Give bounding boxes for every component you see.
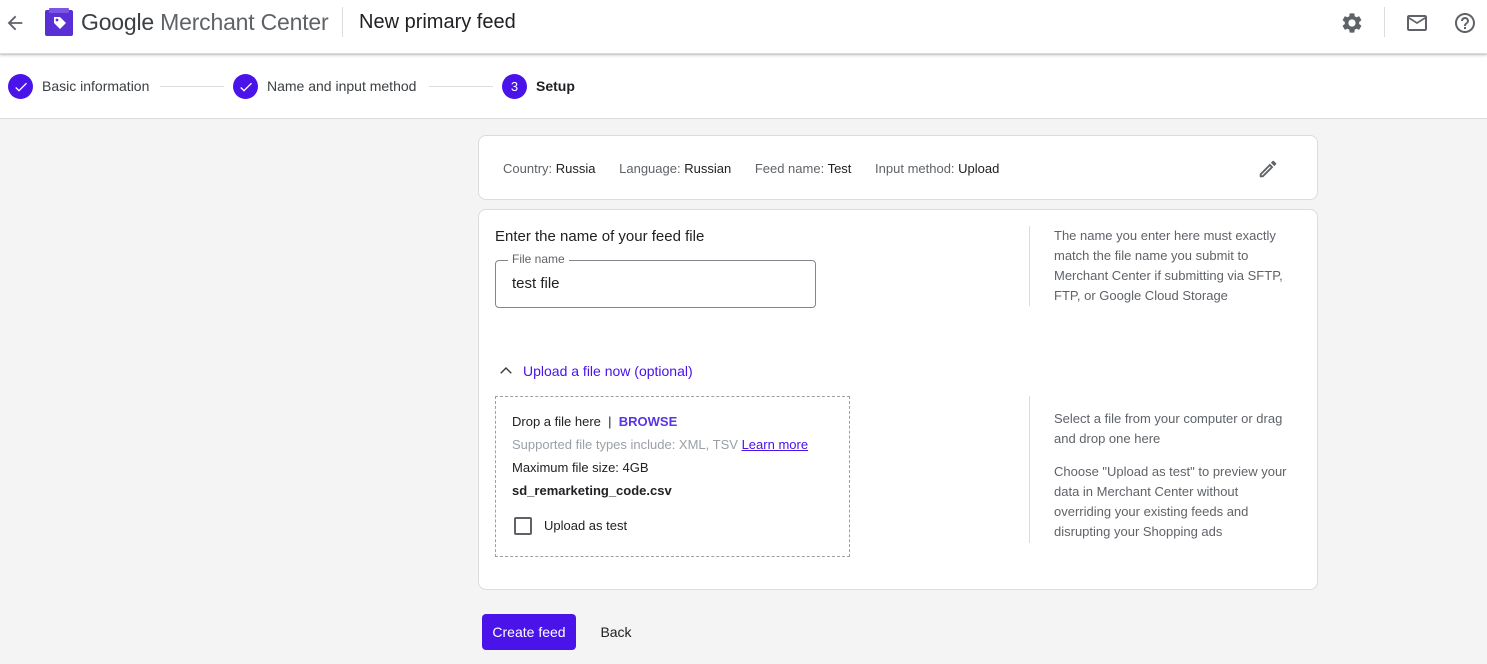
brand-title: Google Merchant Center [81, 9, 329, 36]
setup-card: Enter the name of your feed file File na… [478, 209, 1318, 590]
upload-now-label: Upload a file now (optional) [523, 363, 693, 379]
supported-types-text: Supported file types include: XML, TSV [512, 437, 738, 452]
section-divider [1029, 226, 1030, 306]
section-divider [1029, 396, 1030, 543]
file-name-input[interactable] [512, 275, 802, 292]
step-1-check-icon [8, 74, 33, 99]
summary-details: Country: Russia Language: Russian Feed n… [503, 161, 1019, 176]
max-file-size: Maximum file size: 4GB [512, 460, 649, 475]
header-divider [342, 7, 343, 37]
upload-as-test-checkbox[interactable] [514, 517, 532, 535]
supported-line: Supported file types include: XML, TSV L… [512, 437, 808, 452]
file-name-section-title: Enter the name of your feed file [495, 228, 705, 245]
upload-help-text-2: Choose "Upload as test" to preview your … [1054, 464, 1287, 539]
brand-google: Google [81, 9, 154, 35]
brand-product: Merchant Center [160, 9, 329, 35]
chevron-up-icon [500, 366, 512, 374]
upload-help-text-1: Select a file from your computer or drag… [1054, 411, 1283, 446]
step-basic-information[interactable]: Basic information [42, 78, 149, 94]
edit-pencil-icon[interactable] [1257, 158, 1279, 180]
merchant-center-logo-icon [45, 8, 73, 36]
step-name-and-input-method[interactable]: Name and input method [267, 78, 416, 94]
country-label: Country: [503, 161, 553, 176]
language-value: Russian [684, 161, 732, 176]
selected-file-name: sd_remarketing_code.csv [512, 483, 672, 498]
step-connector [160, 86, 224, 87]
drop-line: Drop a file here | BROWSE [512, 414, 677, 429]
back-arrow-icon[interactable] [4, 12, 26, 34]
feed-name-value: Test [827, 161, 852, 176]
file-dropzone[interactable]: Drop a file here | BROWSE Supported file… [495, 396, 850, 557]
drop-text: Drop a file here [512, 414, 601, 429]
top-app-bar: Google Merchant Center New primary feed [0, 0, 1487, 54]
header-divider-right [1384, 7, 1385, 37]
create-feed-button[interactable]: Create feed [482, 614, 576, 650]
upload-as-test-label[interactable]: Upload as test [544, 518, 627, 533]
upload-now-expander[interactable]: Upload a file now (optional) [497, 362, 693, 380]
step-connector [429, 86, 493, 87]
step-2-check-icon [233, 74, 258, 99]
learn-more-link[interactable]: Learn more [742, 437, 808, 452]
feed-name-label: Feed name: [754, 161, 825, 176]
language-label: Language: [619, 161, 681, 176]
browse-button[interactable]: BROWSE [619, 414, 678, 429]
back-button[interactable]: Back [588, 614, 644, 650]
page-title: New primary feed [359, 11, 516, 33]
feed-summary-card: Country: Russia Language: Russian Feed n… [478, 135, 1318, 200]
help-icon[interactable] [1453, 11, 1477, 35]
mail-icon[interactable] [1405, 11, 1429, 35]
country-value: Russia [555, 161, 596, 176]
drop-separator: | [608, 414, 612, 429]
progress-stepper: Basic information Name and input method … [0, 55, 1487, 119]
file-name-field-label: File name [508, 252, 569, 266]
step-3-number: 3 [502, 74, 527, 99]
file-name-field[interactable]: File name [495, 252, 816, 308]
step-setup: Setup [536, 78, 575, 94]
input-method-label: Input method: [875, 161, 955, 176]
file-name-help-text: The name you enter here must exactly mat… [1054, 228, 1283, 303]
settings-gear-icon[interactable] [1340, 11, 1364, 35]
input-method-value: Upload [958, 161, 1000, 176]
